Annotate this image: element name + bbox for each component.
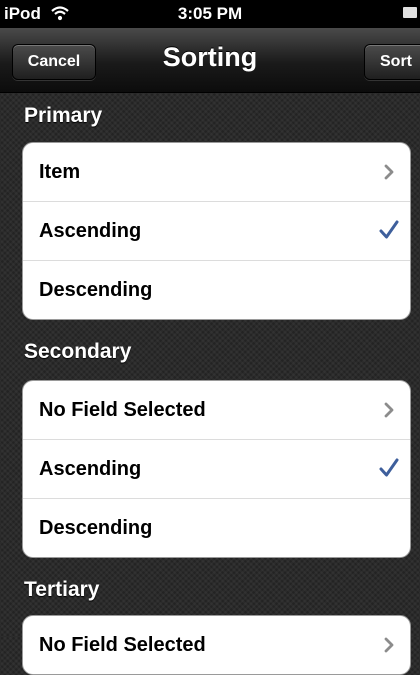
secondary-field-row[interactable]: No Field Selected xyxy=(23,381,410,440)
row-label: No Field Selected xyxy=(39,634,206,656)
primary-ascending-row[interactable]: Ascending xyxy=(23,202,410,261)
row-label: No Field Selected xyxy=(39,399,206,421)
primary-descending-row[interactable]: Descending xyxy=(23,261,410,319)
row-label: Descending xyxy=(39,517,153,539)
navigation-bar: Cancel Sorting Sort xyxy=(0,28,420,93)
chevron-right-icon xyxy=(380,163,398,181)
status-bar: iPod 3:05 PM xyxy=(0,0,420,28)
battery-icon xyxy=(403,7,417,18)
secondary-descending-row[interactable]: Descending xyxy=(23,499,410,557)
tertiary-field-row[interactable]: No Field Selected xyxy=(23,616,410,674)
checkmark-icon xyxy=(378,457,400,479)
page-title: Sorting xyxy=(162,42,258,72)
row-label: Item xyxy=(39,161,81,183)
sort-button[interactable]: Sort xyxy=(364,44,420,80)
section-header-secondary: Secondary xyxy=(24,340,132,363)
secondary-ascending-row[interactable]: Ascending xyxy=(23,440,410,499)
row-label: Ascending xyxy=(39,220,142,242)
primary-field-row[interactable]: Item xyxy=(23,143,410,202)
status-time: 3:05 PM xyxy=(177,4,243,23)
row-label: Ascending xyxy=(39,458,142,480)
chevron-right-icon xyxy=(380,636,398,654)
section-header-primary: Primary xyxy=(24,104,103,127)
checkmark-icon xyxy=(378,219,400,241)
primary-group: Item Ascending Descending xyxy=(22,142,411,320)
tertiary-group: No Field Selected xyxy=(22,615,411,675)
section-header-tertiary: Tertiary xyxy=(24,578,100,601)
chevron-right-icon xyxy=(380,401,398,419)
secondary-group: No Field Selected Ascending Descending xyxy=(22,380,411,558)
row-label: Descending xyxy=(39,279,153,301)
